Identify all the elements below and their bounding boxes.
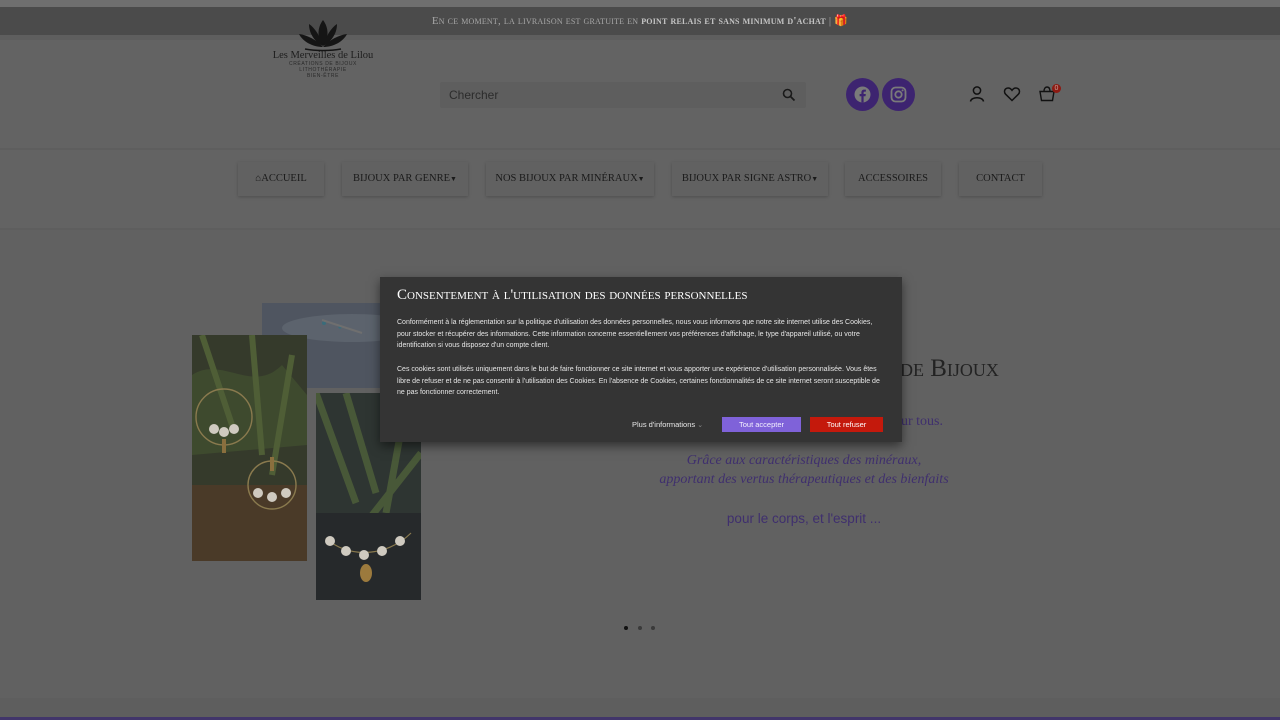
cart-count-badge: 0 <box>1052 84 1061 93</box>
caret-down-icon: ▼ <box>637 175 645 183</box>
nav-item-label: ACCUEIL <box>261 173 307 184</box>
gift-icon: 🎁 <box>834 15 849 27</box>
nav-item-accessoires[interactable]: ACCESSOIRES <box>845 162 941 196</box>
announcement-text: En ce moment, la livraison est gratuite … <box>431 15 642 27</box>
more-info-label: Plus d'informations <box>632 420 696 429</box>
nav-item-label: BIJOUX PAR GENRE <box>353 173 451 184</box>
slider-dot-2[interactable] <box>638 626 642 630</box>
more-info-link[interactable]: Plus d'informations ⌄ <box>632 420 703 429</box>
slider-dot-3[interactable] <box>651 626 655 630</box>
earrings-photo <box>192 335 307 561</box>
search-icon[interactable] <box>782 88 796 102</box>
site-logo[interactable]: Les Merveilles de Lilou CRÉATIONS DE BIJ… <box>268 18 378 92</box>
caret-down-icon: ▼ <box>450 175 457 183</box>
nav-item-contact[interactable]: CONTACT <box>959 162 1042 196</box>
nav-item-label: BIJOUX PAR SIGNE ASTRO <box>681 173 812 184</box>
cookie-dialog-title: Consentement à l'utilisation des données… <box>397 287 748 303</box>
nav-item-bijoux-par-signe-astro[interactable]: BIJOUX PAR SIGNE ASTRO▼ <box>672 162 828 196</box>
search-bar <box>440 82 806 108</box>
caret-down-icon: ▼ <box>811 175 819 183</box>
hero-text-line-2: apportant des vertus thérapeutiques et d… <box>659 472 949 487</box>
hero-text-line-3: pour le corps, et l'esprit ... <box>726 511 882 526</box>
nav-item-label: CONTACT <box>976 173 1025 184</box>
user-icon[interactable] <box>968 85 986 103</box>
facebook-button[interactable] <box>846 78 879 111</box>
cookie-dialog-paragraph-2: Ces cookies sont utilisés uniquement dan… <box>397 366 880 396</box>
nav-item-label: ACCESSOIRES <box>857 173 929 184</box>
nav-item-bijoux-par-genre[interactable]: BIJOUX PAR GENRE▼ <box>342 162 468 196</box>
announcement-highlight: point relais et sans minimum d'achat <box>641 15 826 27</box>
chevron-down-icon: ⌄ <box>697 422 704 429</box>
cookie-dialog-paragraph-1: Conformément à la réglementation sur la … <box>397 319 873 349</box>
announcement-bar: En ce moment, la livraison est gratuite … <box>0 7 1280 35</box>
heart-icon[interactable] <box>1003 85 1021 103</box>
refuse-all-button[interactable]: Tout refuser <box>810 417 883 432</box>
nav-item-bijoux-par-mineraux[interactable]: NOS BIJOUX PAR MINÉRAUX▼ <box>486 162 654 196</box>
accept-all-button[interactable]: Tout accepter <box>722 417 801 432</box>
nav-item-accueil[interactable]: ⌂ACCUEIL <box>238 162 324 196</box>
instagram-button[interactable] <box>882 78 915 111</box>
lotus-icon <box>299 20 347 52</box>
nav-item-label: NOS BIJOUX PAR MINÉRAUX <box>495 173 638 184</box>
slider-dot-1[interactable] <box>624 626 628 630</box>
hero-title: de Bijoux <box>900 355 999 382</box>
hero-text-line-1: Grâce aux caractéristiques des minéraux, <box>686 453 922 468</box>
search-input[interactable] <box>440 82 770 108</box>
cookie-consent-dialog: Consentement à l'utilisation des données… <box>380 277 902 442</box>
top-strip <box>0 0 1280 7</box>
instagram-icon <box>890 86 907 103</box>
logo-name: Les Merveilles de Lilou <box>272 50 374 61</box>
facebook-icon <box>854 86 871 103</box>
logo-tagline-3: BIEN-ÊTRE <box>306 73 340 79</box>
